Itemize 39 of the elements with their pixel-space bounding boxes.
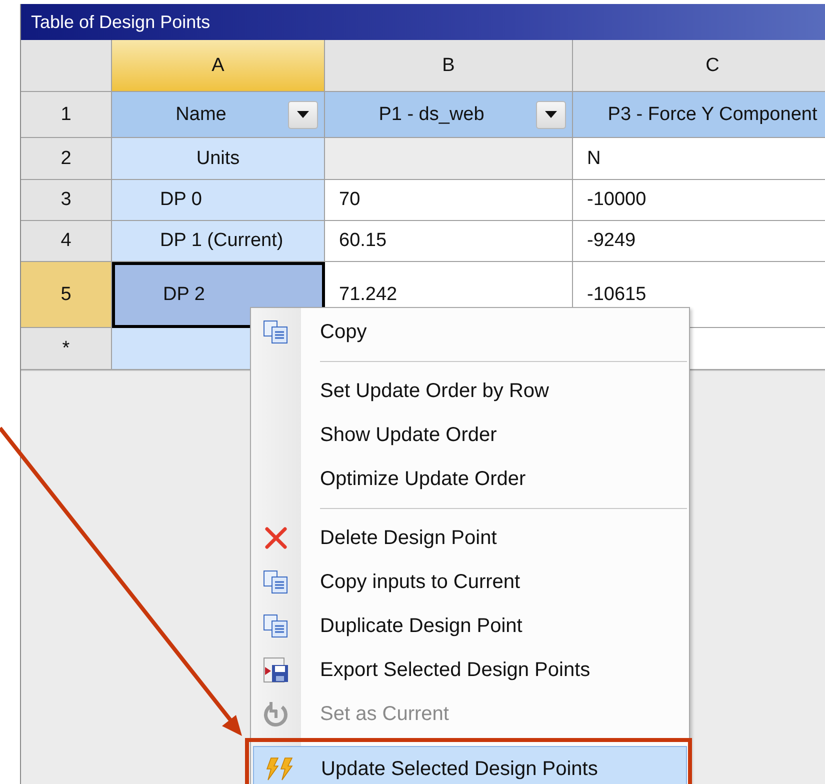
column-header[interactable]: B — [325, 40, 573, 92]
row-header[interactable]: * — [21, 328, 112, 370]
table-cell: N — [573, 138, 825, 180]
circular-arrow-icon — [263, 701, 289, 727]
export-icon — [263, 657, 289, 683]
window-title: Table of Design Points — [31, 12, 210, 32]
table-cell: -10000 — [573, 180, 825, 221]
table-cell: P3 - Force Y Component — [573, 92, 825, 138]
menu-item[interactable]: Update Selected Design Points — [253, 746, 687, 784]
menu-item[interactable]: Optimize Update Order — [251, 457, 689, 501]
caret-icon — [297, 110, 309, 118]
menu-item[interactable]: Set Update Order by Row — [251, 369, 689, 413]
table-cell: 70 — [325, 180, 573, 221]
column-header[interactable]: A — [112, 40, 325, 92]
row-header[interactable]: 1 — [21, 92, 112, 138]
row-header[interactable]: 4 — [21, 221, 112, 262]
table-cell: 60.15 — [325, 221, 573, 262]
menu-item[interactable]: Copy inputs to Current — [251, 560, 689, 604]
table-cell: DP 1 (Current) — [112, 221, 325, 262]
copy-icon — [263, 320, 289, 344]
caret-icon — [545, 110, 557, 118]
column-name: P1 - ds_web — [378, 104, 486, 126]
menu-item[interactable]: Delete Design Point — [251, 516, 689, 560]
column-name: Name — [174, 104, 228, 126]
row-header[interactable]: 5 — [21, 262, 112, 328]
table-cell: -9249 — [573, 221, 825, 262]
menu-item[interactable]: Show Update Order — [251, 413, 689, 457]
row-header[interactable]: 3 — [21, 180, 112, 221]
row-header[interactable]: 2 — [21, 138, 112, 180]
menu-item[interactable]: Duplicate Design Point — [251, 604, 689, 648]
copy-icon — [263, 570, 289, 594]
copy-icon — [263, 614, 289, 638]
table-cell: Units — [112, 138, 325, 180]
delete-icon — [264, 526, 288, 550]
filter-dropdown-button[interactable] — [536, 100, 566, 128]
filter-dropdown-button[interactable] — [288, 100, 318, 128]
column-header[interactable]: C — [573, 40, 825, 92]
table-cell: DP 0 — [112, 180, 325, 221]
menu-item[interactable]: Export Selected Design Points — [251, 648, 689, 692]
